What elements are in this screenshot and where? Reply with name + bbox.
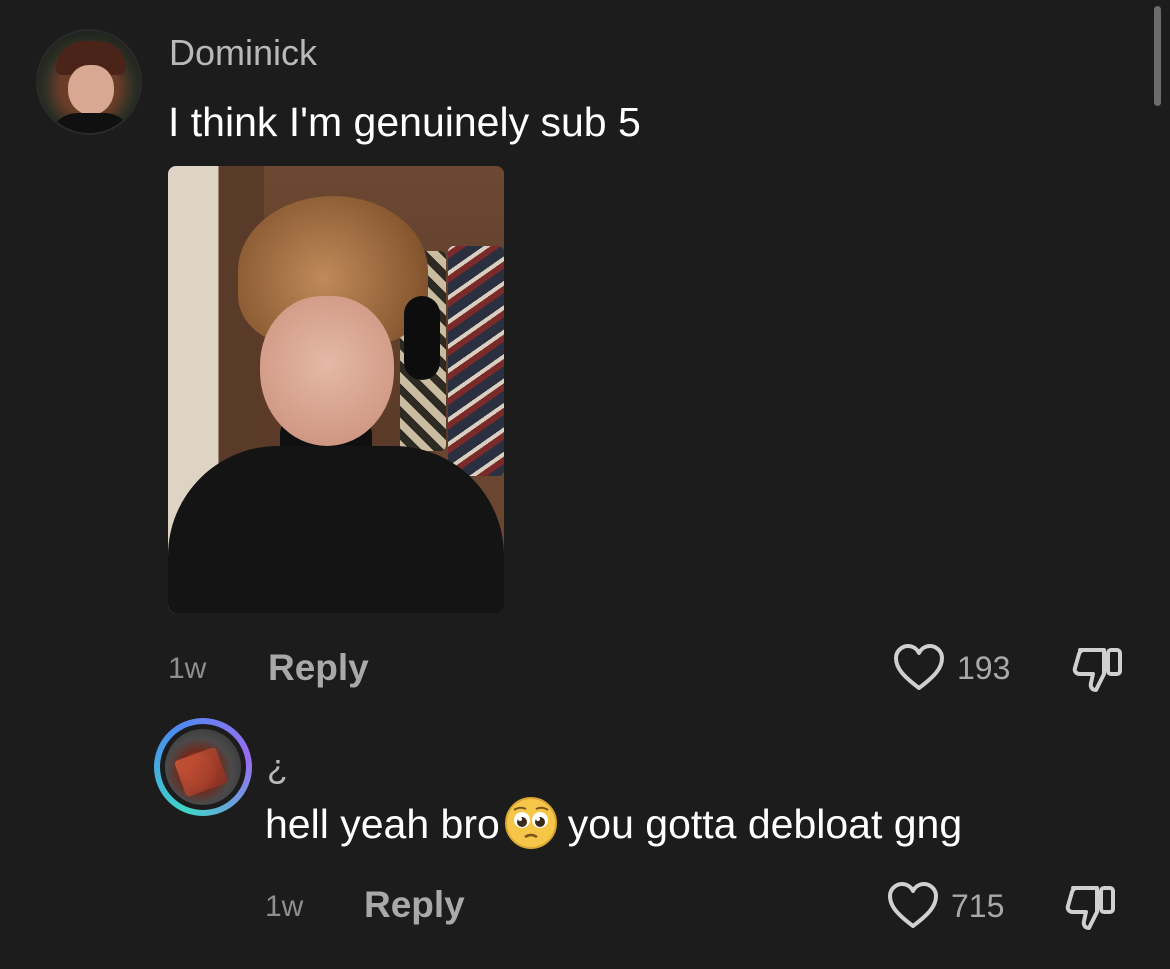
reply-text-after: you gotta debloat gng: [567, 801, 963, 847]
comment-text: I think I'm genuinely sub 5: [168, 99, 641, 145]
photo-headphone: [404, 296, 440, 380]
reply-text-before: hell yeah bro: [265, 801, 500, 847]
photo-towel-right: [448, 246, 504, 476]
reply-text: hell yeah bro you gotta debloat gng: [265, 797, 963, 854]
photo-face: [260, 296, 394, 446]
photo-shirt: [168, 446, 504, 613]
comment-username[interactable]: Dominick: [169, 33, 317, 73]
avatar-shirt: [48, 113, 134, 133]
reply-time: 1w: [265, 890, 304, 923]
reply-username[interactable]: ¿: [267, 748, 288, 787]
scrollbar[interactable]: [1154, 6, 1161, 106]
comment-time: 1w: [168, 652, 207, 685]
commenter-avatar[interactable]: [36, 29, 142, 135]
replier-avatar[interactable]: [154, 718, 252, 816]
reply-like-count: 715: [951, 888, 1005, 924]
avatar-image: [165, 729, 241, 805]
comment-reply-button[interactable]: Reply: [268, 647, 369, 689]
comment-like-count: 193: [957, 650, 1011, 686]
avatar-image-object: [173, 746, 229, 798]
comment-photo[interactable]: [168, 166, 504, 613]
thumbs-down-icon[interactable]: [1070, 644, 1126, 696]
pleading-face-icon: [504, 797, 557, 850]
heart-icon[interactable]: [887, 882, 939, 930]
avatar-face: [68, 65, 114, 115]
thumbs-down-icon[interactable]: [1063, 882, 1119, 934]
heart-icon[interactable]: [893, 644, 945, 692]
comments-screen: Dominick I think I'm genuinely sub 5 1w …: [0, 0, 1170, 969]
reply-reply-button[interactable]: Reply: [364, 884, 465, 926]
